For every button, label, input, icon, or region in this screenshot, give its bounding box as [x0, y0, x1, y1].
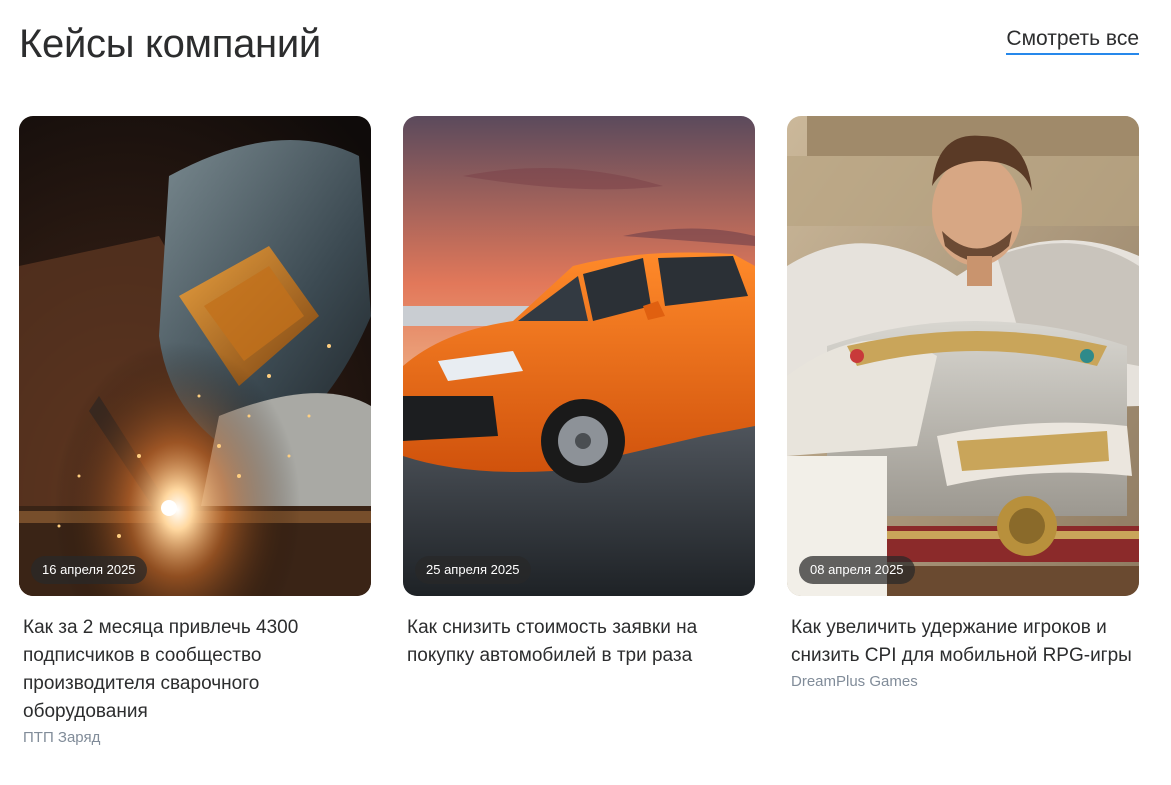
case-card[interactable]: 08 апреля 2025 Как увеличить удержание и… [787, 116, 1139, 692]
case-card-title[interactable]: Как снизить стоимость заявки на покупку … [407, 614, 751, 670]
case-card-image[interactable]: 25 апреля 2025 [403, 116, 755, 596]
case-card-title[interactable]: Как за 2 месяца привлечь 4300 подписчико… [23, 614, 367, 726]
case-card-image[interactable]: 16 апреля 2025 [19, 116, 371, 596]
case-card-title[interactable]: Как увеличить удержание игроков и снизит… [791, 614, 1135, 670]
case-card-company: DreamPlus Games [791, 673, 918, 690]
see-all-link[interactable]: Смотреть все [1006, 26, 1139, 55]
date-badge: 08 апреля 2025 [799, 556, 915, 584]
case-card[interactable]: 16 апреля 2025 Как за 2 месяца привлечь … [19, 116, 371, 748]
section-header: Кейсы компаний Смотреть все [19, 20, 1139, 80]
orange-car-photo [403, 116, 755, 596]
date-badge: 25 апреля 2025 [415, 556, 531, 584]
fantasy-warrior-art [787, 116, 1139, 596]
case-card-image[interactable]: 08 апреля 2025 [787, 116, 1139, 596]
case-card[interactable]: 25 апреля 2025 Как снизить стоимость зая… [403, 116, 755, 670]
date-badge: 16 апреля 2025 [31, 556, 147, 584]
page-title: Кейсы компаний [19, 22, 321, 66]
welder-photo [19, 116, 371, 596]
case-cards-list: 16 апреля 2025 Как за 2 месяца привлечь … [19, 116, 1139, 776]
case-card-company: ПТП Заряд [23, 729, 101, 746]
